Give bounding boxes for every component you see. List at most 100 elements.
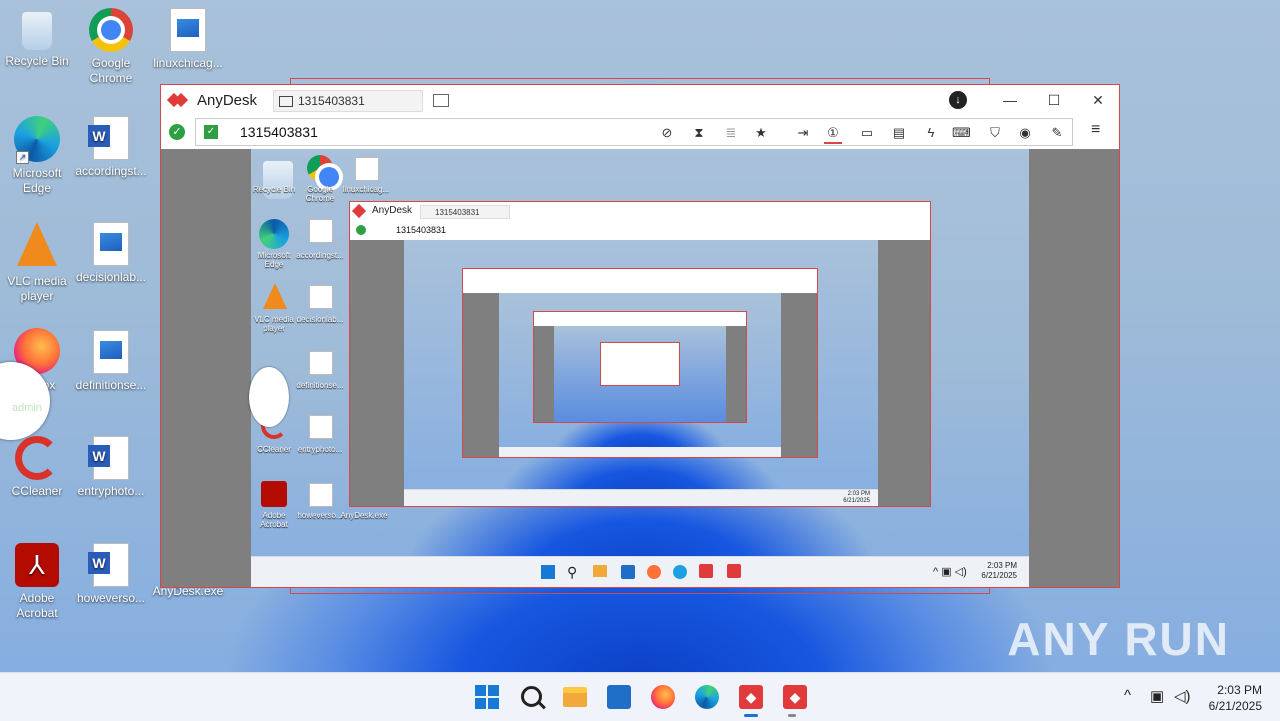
remote-anydesk-icon[interactable] — [727, 564, 741, 578]
nested-remote-view[interactable]: 2:03 PM 6/21/2025 — [350, 240, 930, 506]
remote-word-doc-icon[interactable] — [309, 483, 333, 507]
remote-desktop[interactable]: Recycle Bin Google Chrome linuxchicag...… — [251, 149, 1029, 587]
remote-clock[interactable]: 2:03 PM 6/21/2025 — [981, 561, 1017, 581]
desktop-icon-definitionse[interactable]: definitionse... — [74, 330, 148, 393]
desktop-icon-edge[interactable]: ↗ Microsoft Edge — [0, 116, 74, 196]
nested-remote-taskbar: 2:03 PM 6/21/2025 — [404, 489, 878, 506]
remote-icon-label: accordingst... — [296, 251, 344, 260]
desktop-icon-accordingst[interactable]: accordingst... — [74, 116, 148, 179]
remote-icon-label: VLC media player — [254, 315, 294, 333]
address-bar: ✓ ✓ 1315403831 ⊘ ⧗ ≣ ★ ⇥ ① ▭ ▤ ϟ ⌨ ⛉ ◉ ✎… — [161, 115, 1119, 150]
desktop-icon-decisionlab[interactable]: decisionlab... — [74, 222, 148, 285]
remote-image-file-icon[interactable] — [355, 157, 379, 181]
remote-cursor-ring — [249, 367, 289, 427]
remote-folder-icon[interactable] — [593, 565, 607, 577]
desktop-icon-label: linuxchicag... — [153, 56, 223, 70]
anydesk-titlebar[interactable]: AnyDesk 1315403831 ↓ — ☐ ✕ — [161, 85, 1119, 115]
nested-anydesk-window[interactable]: AnyDesk 1315403831 1315403831 2:03 PM 6/… — [349, 201, 931, 507]
remote-firefox-icon[interactable] — [647, 565, 661, 579]
network-icon[interactable]: ▣ — [1150, 687, 1164, 705]
minimize-button[interactable]: — — [995, 89, 1025, 111]
desktop-icon-vlc[interactable]: VLC media player — [0, 222, 74, 304]
desktop-icon-label: entryphoto... — [77, 484, 145, 498]
desktop-icon-recycle-bin[interactable]: Recycle Bin — [0, 8, 74, 69]
shortcut-arrow-icon: ↗ — [16, 151, 29, 164]
hourglass-icon[interactable]: ⧗ — [690, 124, 708, 142]
remote-word-doc-icon[interactable] — [309, 219, 333, 243]
image-file-icon — [93, 330, 129, 374]
remote-clock-time: 2:03 PM — [987, 561, 1017, 570]
menu-icon[interactable]: ≡ — [1091, 122, 1107, 138]
start-icon[interactable] — [475, 685, 499, 709]
remote-image-file-icon[interactable] — [309, 351, 333, 375]
taskbar: ^ ▣ ◁) 2:03 PM 6/21/2025 — [0, 672, 1280, 721]
remote-icon-label: entryphoto... — [297, 445, 343, 454]
nested-tab[interactable]: 1315403831 — [420, 205, 510, 219]
nested-status-icon — [356, 225, 366, 235]
file-transfer-icon[interactable]: ⇥ — [794, 124, 812, 142]
remote-anydesk-icon[interactable] — [699, 564, 713, 578]
record-icon[interactable]: ◉ — [1016, 124, 1034, 142]
remote-store-icon[interactable] — [621, 565, 635, 579]
taskbar-clock[interactable]: 2:03 PM 6/21/2025 — [1209, 682, 1262, 714]
database-icon[interactable]: ≣ — [722, 124, 740, 142]
remote-tray-icons[interactable]: ^ ▣ ◁) — [933, 565, 967, 578]
firefox-icon[interactable] — [651, 685, 675, 709]
remote-word-doc-icon[interactable] — [309, 415, 333, 439]
edge-icon[interactable] — [695, 685, 719, 709]
privacy-icon[interactable]: ⊘ — [658, 124, 676, 142]
display-icon[interactable]: ▭ — [858, 124, 876, 142]
remote-acrobat-icon[interactable] — [261, 481, 287, 507]
remote-image-file-icon[interactable] — [309, 285, 333, 309]
star-icon[interactable]: ★ — [752, 124, 770, 142]
nested-app-title: AnyDesk — [372, 205, 413, 216]
store-icon[interactable] — [607, 685, 631, 709]
tray-chevron-icon[interactable]: ^ — [1124, 687, 1131, 704]
remote-edge-icon[interactable] — [673, 565, 687, 579]
close-button[interactable]: ✕ — [1083, 89, 1113, 111]
search-icon[interactable] — [521, 686, 542, 707]
shield-icon[interactable]: ⛉ — [986, 124, 1004, 142]
address-field[interactable]: ✓ 1315403831 ⊘ ⧗ ≣ ★ ⇥ ① ▭ ▤ ϟ ⌨ ⛉ ◉ ✎ — [195, 118, 1073, 146]
maximize-button[interactable]: ☐ — [1039, 89, 1069, 111]
anydesk-icon[interactable] — [783, 685, 807, 709]
desktop-icon-label: CCleaner — [11, 484, 63, 498]
desktop-icon-howeverso[interactable]: howeverso... — [74, 543, 148, 606]
desktop-icon-label: Recycle Bin — [5, 54, 69, 68]
remote-view[interactable]: Recycle Bin Google Chrome linuxchicag...… — [161, 149, 1119, 587]
file-explorer-icon[interactable] — [563, 687, 587, 707]
remote-chrome-icon[interactable] — [307, 155, 339, 187]
lightning-icon[interactable]: ϟ — [922, 124, 940, 142]
desktop-icon-label: Google Chrome — [89, 56, 133, 85]
keyboard-icon[interactable]: ⌨ — [952, 124, 971, 142]
remote-icon-label: howeverso... — [297, 511, 343, 520]
image-file-icon — [93, 222, 129, 266]
desktop-icon-entryphoto[interactable]: entryphoto... — [74, 436, 148, 499]
chat-icon[interactable]: ▤ — [890, 124, 908, 142]
remote-vlc-icon[interactable] — [263, 283, 287, 309]
clock-date: 6/21/2025 — [1208, 699, 1262, 713]
cursor-text: admin — [12, 402, 42, 414]
volume-icon[interactable]: ◁) — [1174, 687, 1191, 705]
session-tab[interactable]: 1315403831 — [273, 90, 423, 112]
remote-icon-label: CCleaner — [257, 445, 291, 454]
app-title: AnyDesk — [197, 92, 258, 109]
desktop-icon-ccleaner[interactable]: CCleaner — [0, 436, 74, 499]
new-session-icon[interactable] — [433, 94, 449, 107]
monitor-1-icon[interactable]: ① — [824, 124, 842, 144]
download-icon[interactable]: ↓ — [949, 91, 967, 109]
edge-icon: ↗ — [14, 116, 60, 164]
desktop-icon-acrobat[interactable]: ⅄ Adobe Acrobat — [0, 543, 74, 621]
remote-taskbar[interactable]: ⚲ ^ ▣ ◁) 2:03 PM 6/21/2025 — [251, 556, 1029, 587]
desktop-icon-chrome[interactable]: Google Chrome — [74, 8, 148, 86]
nested-remote-desktop[interactable]: 2:03 PM 6/21/2025 — [404, 240, 878, 506]
remote-search-icon[interactable]: ⚲ — [567, 564, 577, 581]
nested-level-2-desktop — [499, 293, 781, 457]
pen-icon[interactable]: ✎ — [1048, 124, 1066, 142]
nested-window-level-2 — [462, 268, 818, 458]
desktop-icon-linuxchicag[interactable]: linuxchicag... — [150, 8, 226, 71]
anydesk-icon[interactable] — [739, 685, 763, 709]
remote-edge-icon[interactable] — [259, 219, 289, 249]
anydesk-window[interactable]: AnyDesk 1315403831 ↓ — ☐ ✕ ✓ ✓ 131540383… — [160, 84, 1120, 588]
remote-start-icon[interactable] — [541, 565, 555, 579]
